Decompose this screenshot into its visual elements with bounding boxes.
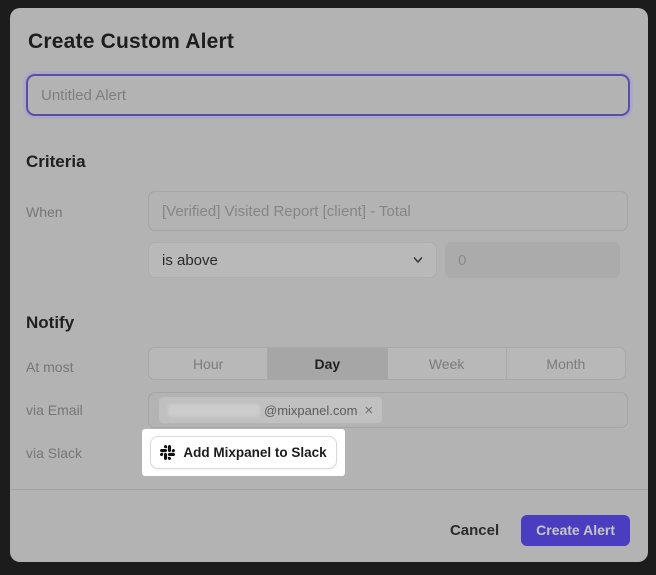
remove-email-icon[interactable]: × [364, 403, 373, 418]
add-mixpanel-to-slack-button[interactable]: Add Mixpanel to Slack [150, 436, 337, 469]
at-most-label: At most [26, 359, 73, 375]
dialog-title: Create Custom Alert [28, 30, 234, 54]
tutorial-spotlight: Add Mixpanel to Slack [142, 429, 345, 476]
create-alert-button[interactable]: Create Alert [521, 515, 630, 546]
frequency-option-month[interactable]: Month [506, 348, 625, 379]
chevron-down-icon [412, 254, 424, 266]
slack-button-label: Add Mixpanel to Slack [183, 445, 326, 460]
frequency-option-hour[interactable]: Hour [149, 348, 267, 379]
create-custom-alert-dialog: Create Custom Alert Criteria When is abo… [10, 8, 648, 562]
email-chip: @mixpanel.com × [159, 397, 382, 423]
via-email-label: via Email [26, 402, 83, 418]
operator-value: is above [162, 252, 412, 269]
threshold-input[interactable] [445, 242, 620, 278]
email-recipients-input[interactable]: @mixpanel.com × [148, 392, 628, 428]
via-slack-label: via Slack [26, 445, 82, 461]
redacted-username [168, 404, 260, 417]
criteria-event-input[interactable] [148, 191, 628, 231]
dialog-footer: Cancel Create Alert [450, 507, 630, 553]
frequency-option-day[interactable]: Day [267, 348, 386, 379]
criteria-heading: Criteria [26, 152, 86, 172]
notify-heading: Notify [26, 313, 74, 333]
slack-icon [160, 445, 175, 460]
cancel-button[interactable]: Cancel [450, 522, 499, 539]
when-label: When [26, 204, 63, 220]
frequency-segmented-control: Hour Day Week Month [148, 347, 626, 380]
operator-select[interactable]: is above [148, 242, 437, 278]
email-domain: @mixpanel.com [264, 403, 357, 418]
footer-divider [10, 489, 648, 490]
alert-name-input[interactable] [26, 74, 630, 116]
frequency-option-week[interactable]: Week [387, 348, 506, 379]
